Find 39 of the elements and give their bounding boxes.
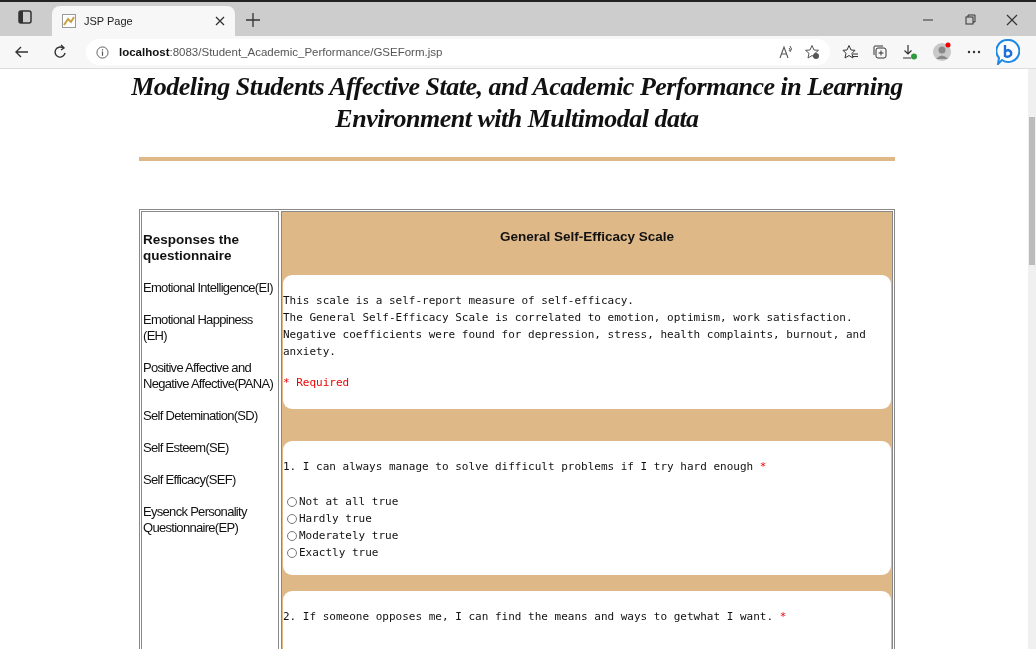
- url-text: localhost:8083/Student_Academic_Performance/GSEForm.jsp: [119, 46, 443, 58]
- sidebar-link[interactable]: Self Esteem(SE): [143, 440, 278, 456]
- browser-tab[interactable]: JSP Page: [52, 6, 235, 36]
- collections-icon[interactable]: [872, 44, 888, 60]
- question-text: 2. If someone opposes me, I can find the means and ways to getwhat I want. *: [283, 609, 788, 625]
- tab-title: JSP Page: [84, 15, 134, 27]
- info-icon[interactable]: [96, 45, 109, 59]
- sidebar-link[interactable]: Eysenck Personality Questionnaire(EP): [143, 504, 278, 536]
- downloads-icon[interactable]: [902, 44, 918, 60]
- restore-icon[interactable]: [964, 14, 976, 26]
- sidebar-link[interactable]: Positive Affective and Negative Affective(PANA): [143, 360, 278, 392]
- radio-option[interactable]: Hardly true: [287, 510, 891, 527]
- back-icon[interactable]: [14, 44, 30, 60]
- scrollbar[interactable]: [1028, 69, 1036, 649]
- read-aloud-icon[interactable]: [778, 44, 794, 60]
- sidebar-heading: Responses the questionnaire: [143, 232, 241, 264]
- favorites-icon[interactable]: [842, 44, 858, 60]
- required-note: * Required: [283, 375, 351, 391]
- question-text: 1. I can always manage to solve difficult problems if I try hard enough *: [283, 459, 768, 475]
- profile-avatar-icon[interactable]: [932, 42, 952, 62]
- description-text: This scale is a self-report measure of self-efficacy. The General Self-Efficacy Scale is correlated to emotion, optimism, work satisfaction. Negative coefficients were found for depression, stress, health complaints, burnout, and anxiety.: [283, 293, 867, 360]
- radio-option[interactable]: Moderately true: [287, 527, 891, 544]
- form-heading: General Self-Efficacy Scale: [498, 228, 676, 246]
- sidebar-link[interactable]: Self Efficacy(SEF): [143, 472, 278, 488]
- sidebar-link[interactable]: Emotional Intelligence(EI): [143, 280, 278, 296]
- sidebar-link[interactable]: Self Detemination(SD): [143, 408, 278, 424]
- page-title: Modeling Students Affective State, and Academic Performance in Learning Environment with Multimodal data: [130, 71, 904, 135]
- chat-b-logo-icon[interactable]: [996, 39, 1020, 65]
- chart-favicon-icon: [62, 14, 76, 28]
- close-icon[interactable]: [215, 16, 225, 26]
- radio-option[interactable]: Not at all true: [287, 493, 891, 510]
- sidebar-link[interactable]: Emotional Happiness (EH): [143, 312, 278, 344]
- close-icon[interactable]: [1006, 14, 1018, 26]
- tab-actions-icon[interactable]: [18, 10, 32, 24]
- new-tab-icon[interactable]: [245, 12, 261, 28]
- address-bar[interactable]: localhost:8083/Student_Academic_Performance/GSEForm.jsp: [86, 39, 830, 65]
- favorite-star-icon[interactable]: [804, 44, 820, 60]
- radio-option[interactable]: Exactly true: [287, 544, 891, 561]
- refresh-icon[interactable]: [52, 44, 68, 60]
